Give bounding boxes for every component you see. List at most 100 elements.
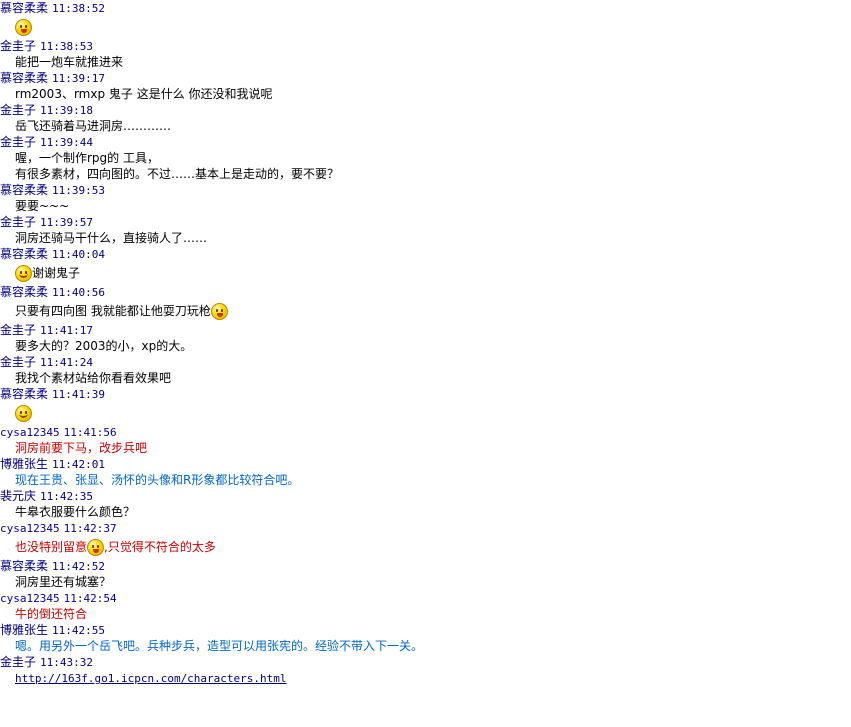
message-text: 也没特别留意 (15, 540, 88, 554)
chat-message: 金圭子 11:41:24 我找个素材站给你看看效果吧 (0, 354, 851, 386)
message-line (15, 402, 851, 424)
message-line: 只要有四向图 我就能都让他耍刀玩枪 (15, 300, 851, 322)
message-timestamp: 11:40:56 (52, 286, 105, 299)
message-timestamp: 11:42:54 (63, 592, 117, 605)
message-header: 慕容柔柔 11:40:04 (0, 246, 851, 262)
message-body: http://163f.go1.icpcn.com/characters.htm… (0, 670, 851, 687)
chat-message: cysa12345 11:41:56 洞房前要下马，改步兵吧 (0, 424, 851, 456)
message-header: 金圭子 11:41:17 (0, 322, 851, 338)
message-timestamp: 11:41:56 (63, 426, 117, 439)
chat-message: 慕容柔柔 11:41:39 (0, 386, 851, 424)
message-header: 裴元庆 11:42:35 (0, 488, 851, 504)
message-text: 嗯。用另外一个岳飞吧。兵种步兵，造型可以用张宪的。经验不带入下一关。 (15, 639, 424, 653)
sender-name: 慕容柔柔 (0, 559, 49, 573)
message-line: 现在王贵、张显、汤怀的头像和R形象都比较符合吧。 (15, 472, 851, 488)
message-text: 要多大的？2003的小，xp的大。 (15, 339, 193, 353)
sender-name: 金圭子 (0, 103, 37, 117)
chat-message: 慕容柔柔 11:42:52 洞房里还有城塞？ (0, 558, 851, 590)
message-timestamp: 11:42:55 (52, 624, 105, 637)
message-timestamp: 11:41:17 (40, 324, 93, 337)
message-text: 我找个素材站给你看看效果吧 (15, 371, 172, 385)
message-body: 喔，一个制作rpg的 工具， 有很多素材，四向图的。不过……基本上是走动的，要不要… (0, 150, 851, 182)
message-line: 我找个素材站给你看看效果吧 (15, 370, 851, 386)
message-line: 喔，一个制作rpg的 工具， (15, 150, 851, 166)
chat-message: 慕容柔柔 11:38:52 (0, 0, 851, 38)
message-timestamp: 11:39:53 (52, 184, 105, 197)
sender-name: 金圭子 (0, 323, 37, 337)
sender-name: 金圭子 (0, 215, 37, 229)
message-text: 要要~~~ (15, 199, 70, 213)
message-header: 慕容柔柔 11:41:39 (0, 386, 851, 402)
message-link[interactable]: http://163f.go1.icpcn.com/characters.htm… (15, 672, 287, 685)
message-header: 金圭子 11:39:18 (0, 102, 851, 118)
chat-message: 裴元庆 11:42:35 牛皋衣服要什么颜色？ (0, 488, 851, 520)
message-text: 洞房前要下马，改步兵吧 (15, 441, 148, 455)
message-timestamp: 11:39:44 (40, 136, 93, 149)
message-line: http://163f.go1.icpcn.com/characters.htm… (15, 670, 851, 687)
message-header: 金圭子 11:39:57 (0, 214, 851, 230)
message-body: rm2003、rmxp 鬼子 这是什么 你还没和我说呢 (0, 86, 851, 102)
sender-name: cysa12345 (0, 592, 60, 605)
message-body: 能把一炮车就推进来 (0, 54, 851, 70)
message-header: 金圭子 11:41:24 (0, 354, 851, 370)
message-timestamp: 11:39:17 (52, 72, 105, 85)
message-body: 谢谢鬼子 (0, 262, 851, 284)
message-header: 金圭子 11:39:44 (0, 134, 851, 150)
smile-emoji-icon (15, 405, 32, 422)
message-line: 嗯。用另外一个岳飞吧。兵种步兵，造型可以用张宪的。经验不带入下一关。 (15, 638, 851, 654)
message-header: 博雅张生 11:42:55 (0, 622, 851, 638)
sender-name: 慕容柔柔 (0, 71, 49, 85)
chat-message: 慕容柔柔 11:40:04 谢谢鬼子 (0, 246, 851, 284)
wink-emoji-icon (15, 19, 32, 36)
message-body: 牛皋衣服要什么颜色？ (0, 504, 851, 520)
chat-message: 博雅张生 11:42:01 现在王贵、张显、汤怀的头像和R形象都比较符合吧。 (0, 456, 851, 488)
message-header: 慕容柔柔 11:39:17 (0, 70, 851, 86)
message-body (0, 16, 851, 38)
sender-name: 博雅张生 (0, 623, 49, 637)
message-line: 要要~~~ (15, 198, 851, 214)
message-line: rm2003、rmxp 鬼子 这是什么 你还没和我说呢 (15, 86, 851, 102)
message-text: 有很多素材，四向图的。不过……基本上是走动的，要不要？ (15, 167, 340, 181)
sender-name: 慕容柔柔 (0, 247, 49, 261)
message-header: 慕容柔柔 11:42:52 (0, 558, 851, 574)
message-body: 要多大的？2003的小，xp的大。 (0, 338, 851, 354)
message-timestamp: 11:40:04 (52, 248, 105, 261)
message-timestamp: 11:41:24 (40, 356, 93, 369)
sender-name: 慕容柔柔 (0, 183, 49, 197)
message-header: 金圭子 11:43:32 (0, 654, 851, 670)
message-body: 要要~~~ (0, 198, 851, 214)
message-body (0, 402, 851, 424)
message-body: 洞房里还有城塞？ (0, 574, 851, 590)
message-body: 洞房还骑马干什么，直接骑人了…… (0, 230, 851, 246)
chat-log: 慕容柔柔 11:38:52 金圭子 11:38:53 能把一炮车就推进来 慕容柔柔 11:3… (0, 0, 851, 687)
message-body: 嗯。用另外一个岳飞吧。兵种步兵，造型可以用张宪的。经验不带入下一关。 (0, 638, 851, 654)
chat-message: cysa12345 11:42:54 牛的倒还符合 (0, 590, 851, 622)
message-header: 博雅张生 11:42:01 (0, 456, 851, 472)
sender-name: 裴元庆 (0, 489, 37, 503)
message-timestamp: 11:43:32 (40, 656, 93, 669)
message-header: 金圭子 11:38:53 (0, 38, 851, 54)
message-timestamp: 11:41:39 (52, 388, 105, 401)
message-line: 谢谢鬼子 (15, 262, 851, 284)
tongue-emoji-icon (210, 303, 228, 320)
message-text: 现在王贵、张显、汤怀的头像和R形象都比较符合吧。 (15, 473, 300, 487)
message-text: 岳飞还骑着马进洞房………… (15, 119, 172, 133)
sender-name: 金圭子 (0, 655, 37, 669)
message-text: 只要有四向图 我就能都让他耍刀玩枪 (15, 304, 211, 318)
chat-message: 金圭子 11:39:18 岳飞还骑着马进洞房………… (0, 102, 851, 134)
chat-message: 金圭子 11:39:57 洞房还骑马干什么，直接骑人了…… (0, 214, 851, 246)
message-body: 现在王贵、张显、汤怀的头像和R形象都比较符合吧。 (0, 472, 851, 488)
message-timestamp: 11:42:35 (40, 490, 93, 503)
message-timestamp: 11:42:37 (63, 522, 117, 535)
message-line: 也没特别留意 ,只觉得不符合的太多 (15, 536, 851, 558)
message-text: 喔，一个制作rpg的 工具， (15, 151, 159, 165)
message-line (15, 16, 851, 38)
message-text: rm2003、rmxp 鬼子 这是什么 你还没和我说呢 (15, 87, 273, 101)
message-timestamp: 11:38:53 (40, 40, 93, 53)
message-line: 洞房还骑马干什么，直接骑人了…… (15, 230, 851, 246)
sender-name: 金圭子 (0, 39, 37, 53)
message-body: 洞房前要下马，改步兵吧 (0, 440, 851, 456)
sender-name: 慕容柔柔 (0, 1, 49, 15)
chat-message: 金圭子 11:39:44 喔，一个制作rpg的 工具， 有很多素材，四向图的。不过……… (0, 134, 851, 182)
message-line: 牛的倒还符合 (15, 606, 851, 622)
